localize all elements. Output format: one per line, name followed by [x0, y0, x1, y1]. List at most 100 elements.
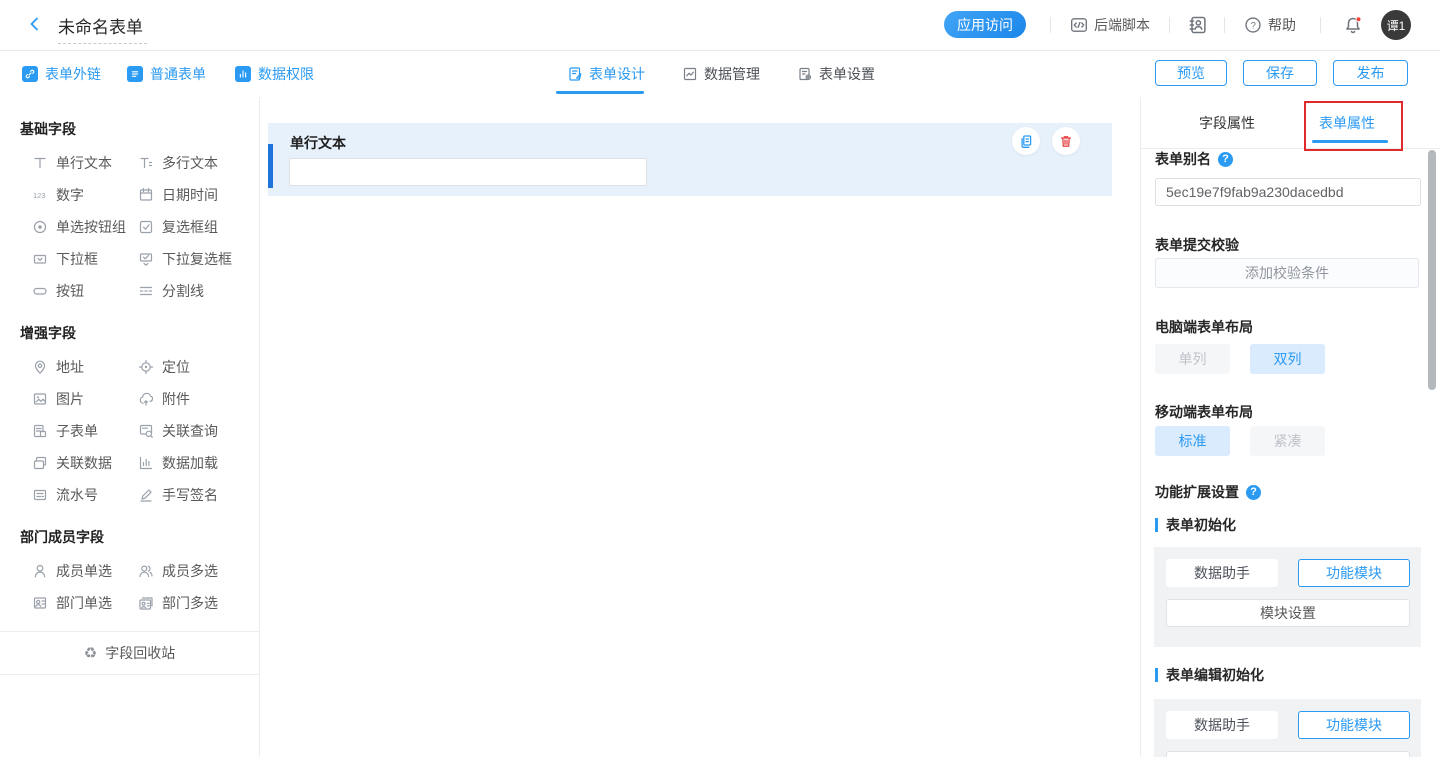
form-design-icon [567, 66, 583, 82]
form-title[interactable]: 未命名表单 [58, 13, 147, 44]
field-item-image[interactable]: 图片 [32, 383, 138, 415]
field-item-linked-data[interactable]: 关联数据 [32, 447, 138, 479]
tab-label: 数据管理 [704, 64, 760, 84]
field-item-dept-multi[interactable]: 部门多选 [138, 587, 259, 619]
form-canvas[interactable]: 单行文本 [261, 97, 1140, 757]
pc-layout-label: 电脑端表单布局 [1155, 317, 1253, 337]
field-item-subform[interactable]: 子表单 [32, 415, 138, 447]
field-item-datetime[interactable]: 日期时间 [138, 179, 259, 211]
field-item-radio-group[interactable]: 单选按钮组 [32, 211, 138, 243]
attachment-icon [138, 391, 154, 407]
pc-layout-single-column-option[interactable]: 单列 [1155, 344, 1230, 374]
serial-number-icon [32, 487, 48, 503]
tab-form-settings[interactable]: 表单设置 [797, 51, 875, 97]
form-init-function-module-button[interactable]: 功能模块 [1298, 559, 1410, 587]
copy-field-button[interactable] [1012, 127, 1040, 155]
field-item-number[interactable]: 123 数字 [32, 179, 138, 211]
preview-button[interactable]: 预览 [1155, 60, 1227, 86]
form-alias-input[interactable] [1155, 178, 1421, 206]
notifications-button[interactable] [1343, 0, 1363, 50]
contacts-button[interactable] [1188, 0, 1208, 50]
field-item-multi-line-text[interactable]: 多行文本 [138, 147, 259, 179]
extension-help-icon[interactable]: ? [1246, 485, 1261, 500]
field-item-label: 成员多选 [162, 561, 218, 581]
plain-form-shortcut[interactable]: 普通表单 [127, 51, 206, 97]
pc-layout-double-column-option[interactable]: 双列 [1250, 344, 1325, 374]
linked-data-icon [32, 455, 48, 471]
delete-field-button[interactable] [1052, 127, 1080, 155]
form-edit-init-title: 表单编辑初始化 [1166, 665, 1264, 685]
field-item-label: 数据加载 [162, 453, 218, 473]
add-validation-button[interactable]: 添加校验条件 [1155, 258, 1419, 288]
field-item-member-multi[interactable]: 成员多选 [138, 555, 259, 587]
shortcut-label: 数据权限 [258, 64, 314, 84]
field-item-label: 关联查询 [162, 421, 218, 441]
field-item-button[interactable]: 按钮 [32, 275, 138, 307]
mobile-layout-standard-option[interactable]: 标准 [1155, 426, 1230, 456]
image-icon [32, 391, 48, 407]
field-item-divider[interactable]: 分割线 [138, 275, 259, 307]
recycle-icon: ♻ [84, 644, 97, 662]
form-init-section-header: 表单初始化 [1155, 515, 1236, 535]
single-line-text-input[interactable] [289, 158, 647, 186]
tab-field-properties[interactable]: 字段属性 [1199, 113, 1255, 133]
form-init-module-settings-button[interactable]: 模块设置 [1166, 599, 1410, 627]
backend-script-button[interactable]: 后端脚本 [1070, 0, 1150, 50]
form-alias-label: 表单别名 ? [1155, 149, 1233, 169]
active-tab-underline [556, 91, 644, 94]
publish-button[interactable]: 发布 [1333, 60, 1408, 86]
field-item-location[interactable]: 定位 [138, 351, 259, 383]
button-icon [32, 283, 48, 299]
back-button[interactable] [26, 15, 46, 35]
data-permission-shortcut[interactable]: 数据权限 [235, 51, 314, 97]
user-avatar[interactable]: 谭1 [1381, 10, 1411, 40]
help-button[interactable]: ? 帮助 [1244, 0, 1296, 50]
field-item-label: 关联数据 [56, 453, 112, 473]
subform-icon [32, 423, 48, 439]
submit-validation-label: 表单提交校验 [1155, 235, 1239, 255]
extension-settings-label-text: 功能扩展设置 [1155, 482, 1239, 502]
external-link-shortcut[interactable]: 表单外链 [22, 51, 101, 97]
field-item-data-load[interactable]: 数据加载 [138, 447, 259, 479]
section-accent-bar [1155, 518, 1158, 532]
backend-script-label: 后端脚本 [1094, 15, 1150, 35]
field-recycle-bin[interactable]: ♻ 字段回收站 [0, 631, 259, 675]
field-item-select[interactable]: 下拉框 [32, 243, 138, 275]
field-item-member-single[interactable]: 成员单选 [32, 555, 138, 587]
form-init-data-helper-button[interactable]: 数据助手 [1166, 559, 1278, 587]
form-edit-init-section-header: 表单编辑初始化 [1155, 665, 1264, 685]
field-item-multi-select[interactable]: 下拉复选框 [138, 243, 259, 275]
form-edit-init-function-module-button[interactable]: 功能模块 [1298, 711, 1410, 739]
field-item-checkbox-group[interactable]: 复选框组 [138, 211, 259, 243]
form-edit-init-module-settings-button[interactable]: 模块设置 [1166, 751, 1410, 757]
field-item-attachment[interactable]: 附件 [138, 383, 259, 415]
form-designer-app: 未命名表单 应用访问 后端脚本 ? 帮助 [0, 0, 1440, 757]
field-item-label: 部门单选 [56, 593, 112, 613]
alias-help-icon[interactable]: ? [1218, 152, 1233, 167]
data-load-icon [138, 455, 154, 471]
selected-field-card[interactable]: 单行文本 [268, 123, 1112, 196]
single-line-text-icon [32, 155, 48, 171]
mobile-layout-compact-option[interactable]: 紧凑 [1250, 426, 1325, 456]
field-item-single-line-text[interactable]: 单行文本 [32, 147, 138, 179]
svg-text:?: ? [1251, 20, 1256, 31]
data-manage-icon [682, 66, 698, 82]
field-item-label: 复选框组 [162, 217, 218, 237]
panel-scrollbar-thumb[interactable] [1428, 150, 1436, 390]
question-circle-icon: ? [1244, 16, 1262, 34]
field-item-address[interactable]: 地址 [32, 351, 138, 383]
form-edit-init-data-helper-button[interactable]: 数据助手 [1166, 711, 1278, 739]
field-item-linked-query[interactable]: 关联查询 [138, 415, 259, 447]
field-item-serial-number[interactable]: 流水号 [32, 479, 138, 511]
save-button[interactable]: 保存 [1243, 60, 1317, 86]
recycle-label: 字段回收站 [105, 643, 175, 663]
field-item-signature[interactable]: 手写签名 [138, 479, 259, 511]
field-item-label: 日期时间 [162, 185, 218, 205]
tab-form-properties[interactable]: 表单属性 [1319, 113, 1375, 133]
external-link-icon [22, 66, 38, 82]
app-access-button[interactable]: 应用访问 [944, 11, 1026, 38]
tab-data-manage[interactable]: 数据管理 [682, 51, 760, 97]
section-accent-bar [1155, 668, 1158, 682]
field-item-label: 图片 [56, 389, 84, 409]
field-item-dept-single[interactable]: 部门单选 [32, 587, 138, 619]
